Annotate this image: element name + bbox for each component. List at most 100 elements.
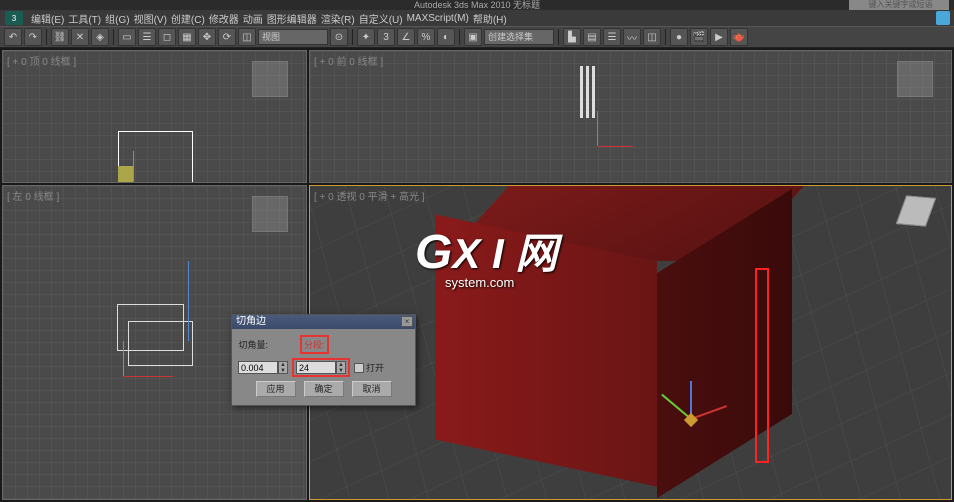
- ok-button[interactable]: 确定: [304, 381, 344, 397]
- highlight-segments: 分段:: [300, 335, 329, 354]
- menu-group[interactable]: 组(G): [105, 11, 129, 26]
- x-axis-icon: [123, 376, 173, 377]
- title-bar: Autodesk 3ds Max 2010 无标题 键入关键字或短语: [0, 0, 954, 10]
- pivot-button[interactable]: ⊙: [330, 28, 348, 46]
- select-region-button[interactable]: ◻: [158, 28, 176, 46]
- chamfer-amount-label: 切角量:: [238, 338, 268, 351]
- filter-button[interactable]: ▦: [178, 28, 196, 46]
- chamfer-edge-dialog: 切角边 × 切角量: 分段: ▲▼ ▲▼ 打开: [231, 314, 416, 406]
- y-axis-icon: [133, 151, 134, 183]
- close-button[interactable]: ×: [401, 316, 413, 327]
- render-setup-button[interactable]: 🎬: [690, 28, 708, 46]
- grid: [310, 51, 951, 182]
- dialog-title: 切角边: [236, 316, 266, 327]
- segments-input[interactable]: [296, 361, 336, 374]
- menu-maxscript[interactable]: MAXScript(M): [407, 13, 469, 24]
- dialog-title-bar[interactable]: 切角边 ×: [232, 315, 415, 329]
- menu-customize[interactable]: 自定义(U): [359, 11, 403, 26]
- chamfer-amount-input[interactable]: [238, 361, 278, 374]
- viewport-front[interactable]: [ + 0 前 0 线框 ]: [309, 50, 952, 183]
- menu-bar: 3 编辑(E) 工具(T) 组(G) 视图(V) 创建(C) 修改器 动画 图形…: [0, 10, 954, 26]
- curve-editor-button[interactable]: 〰: [623, 28, 641, 46]
- menu-view[interactable]: 视图(V): [134, 11, 167, 26]
- menu-graph-editors[interactable]: 图形编辑器: [267, 11, 317, 26]
- selection-set-dropdown[interactable]: 创建选择集: [484, 29, 554, 45]
- scale-button[interactable]: ◫: [238, 28, 256, 46]
- viewcube-icon[interactable]: [897, 61, 933, 97]
- menu-animation[interactable]: 动画: [243, 11, 263, 26]
- viewport-label-left[interactable]: [ 左 0 线框 ]: [7, 188, 59, 203]
- select-name-button[interactable]: ☰: [138, 28, 156, 46]
- segments-spinner[interactable]: ▲▼: [296, 361, 346, 374]
- viewcube-icon[interactable]: [252, 61, 288, 97]
- box-face-front: [435, 214, 657, 486]
- separator: [558, 29, 559, 45]
- spinner-snap-button[interactable]: ◐: [437, 28, 455, 46]
- search-input[interactable]: 键入关键字或短语: [849, 0, 949, 10]
- viewcube[interactable]: [901, 196, 941, 236]
- viewport-area: [ + 0 顶 0 线框 ] [ + 0 前 0 线框 ] [ 左 0 线框 ]…: [0, 48, 954, 502]
- select-button[interactable]: ▭: [118, 28, 136, 46]
- menu-create[interactable]: 创建(C): [171, 11, 205, 26]
- bind-button[interactable]: ◈: [91, 28, 109, 46]
- main-toolbar: ↶ ↷ ⛓ ✕ ◈ ▭ ☰ ◻ ▦ ✥ ⟳ ◫ 视图 ⊙ ✦ 3 ∠ % ◐ ▣…: [0, 26, 954, 48]
- align-button[interactable]: ▤: [583, 28, 601, 46]
- rotate-button[interactable]: ⟳: [218, 28, 236, 46]
- menu-render[interactable]: 渲染(R): [321, 11, 355, 26]
- menu-tools[interactable]: 工具(T): [68, 11, 101, 26]
- viewcube-icon[interactable]: [252, 196, 288, 232]
- separator: [459, 29, 460, 45]
- separator: [352, 29, 353, 45]
- render-button[interactable]: 🫖: [730, 28, 748, 46]
- z-axis-icon: [597, 111, 598, 146]
- checkbox-icon[interactable]: [354, 363, 364, 373]
- percent-snap-button[interactable]: %: [417, 28, 435, 46]
- menu-modifiers[interactable]: 修改器: [209, 11, 239, 26]
- cancel-button[interactable]: 取消: [352, 381, 392, 397]
- layers-button[interactable]: ☰: [603, 28, 621, 46]
- separator: [46, 29, 47, 45]
- viewcube-icon[interactable]: [896, 195, 936, 226]
- selection-region: [118, 166, 134, 183]
- viewport-label-perspective[interactable]: [ + 0 透视 0 平滑 + 高光 ]: [314, 188, 425, 203]
- apply-button[interactable]: 应用: [256, 381, 296, 397]
- segments-label: 分段:: [304, 338, 325, 351]
- ref-coord-dropdown[interactable]: 视图: [258, 29, 328, 45]
- spinner-arrows-icon[interactable]: ▲▼: [278, 361, 288, 374]
- open-label: 打开: [366, 361, 384, 374]
- info-center-icon[interactable]: [936, 11, 950, 25]
- app-logo-icon[interactable]: 3: [5, 11, 23, 25]
- dialog-body: 切角量: 分段: ▲▼ ▲▼ 打开 应用 确定: [232, 329, 415, 405]
- z-axis-icon: [188, 261, 189, 341]
- viewport-label-top[interactable]: [ + 0 顶 0 线框 ]: [7, 53, 76, 68]
- named-sets-button[interactable]: ▣: [464, 28, 482, 46]
- viewport-label-front[interactable]: [ + 0 前 0 线框 ]: [314, 53, 383, 68]
- redo-button[interactable]: ↷: [24, 28, 42, 46]
- highlight-segments-value: ▲▼: [292, 358, 350, 377]
- box-object[interactable]: [420, 186, 850, 500]
- angle-snap-button[interactable]: ∠: [397, 28, 415, 46]
- schematic-button[interactable]: ◫: [643, 28, 661, 46]
- mirror-button[interactable]: ▙: [563, 28, 581, 46]
- open-checkbox[interactable]: 打开: [354, 361, 384, 374]
- link-button[interactable]: ⛓: [51, 28, 69, 46]
- undo-button[interactable]: ↶: [4, 28, 22, 46]
- menu-help[interactable]: 帮助(H): [473, 11, 507, 26]
- x-axis-icon: [598, 146, 633, 147]
- y-axis-icon: [123, 341, 124, 376]
- selected-edge-highlight: [755, 268, 769, 463]
- wireframe-object[interactable]: [128, 321, 193, 366]
- separator: [665, 29, 666, 45]
- app-title: Autodesk 3ds Max 2010 无标题: [414, 0, 540, 10]
- material-button[interactable]: ●: [670, 28, 688, 46]
- viewport-top[interactable]: [ + 0 顶 0 线框 ]: [2, 50, 307, 183]
- spinner-arrows-icon[interactable]: ▲▼: [336, 361, 346, 374]
- separator: [113, 29, 114, 45]
- render-frame-button[interactable]: ▶: [710, 28, 728, 46]
- manipulate-button[interactable]: ✦: [357, 28, 375, 46]
- snap-button[interactable]: 3: [377, 28, 395, 46]
- menu-edit[interactable]: 编辑(E): [31, 11, 64, 26]
- unlink-button[interactable]: ✕: [71, 28, 89, 46]
- move-button[interactable]: ✥: [198, 28, 216, 46]
- chamfer-amount-spinner[interactable]: ▲▼: [238, 361, 288, 374]
